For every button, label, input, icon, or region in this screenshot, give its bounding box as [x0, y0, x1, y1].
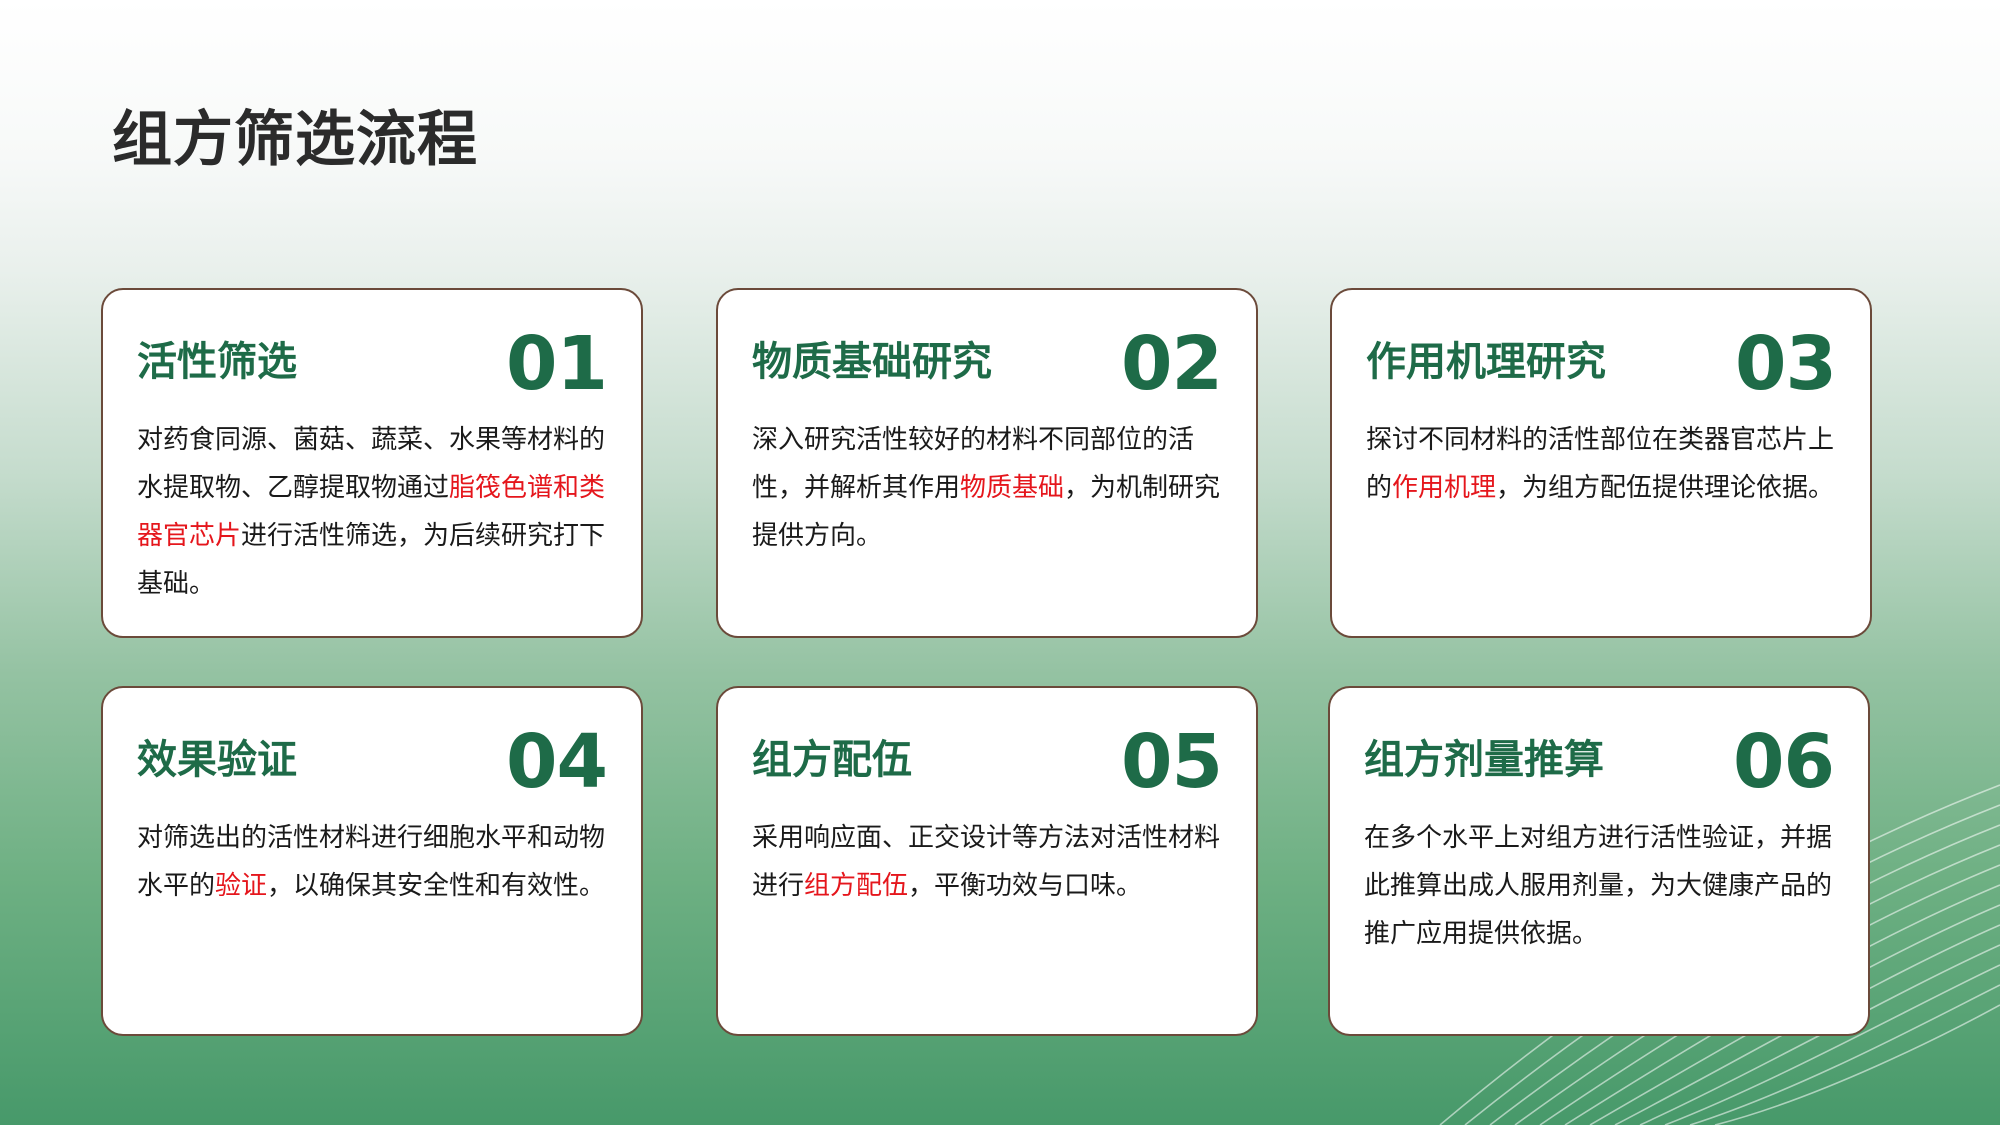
page-title: 组方筛选流程 [112, 105, 478, 175]
step-card-number: 04 [506, 719, 608, 805]
step-card-description: 对筛选出的活性材料进行细胞水平和动物水平的验证，以确保其安全性和有效性。 [137, 823, 606, 901]
step-card-title: 组方剂量推算 [1364, 737, 1604, 783]
highlight-text: 物质基础 [960, 473, 1065, 503]
step-card-3: 作用机理研究 03 探讨不同材料的活性部位在类器官芯片上的作用机理，为组方配伍提… [1330, 288, 1872, 638]
step-card-1: 活性筛选 01 对药食同源、菌菇、蔬菜、水果等材料的水提取物、乙醇提取物通过脂筏… [101, 288, 643, 638]
step-card-title: 组方配伍 [752, 737, 912, 783]
highlight-text: 验证 [215, 871, 268, 901]
step-card-number: 01 [506, 321, 608, 407]
step-card-description: 对药食同源、菌菇、蔬菜、水果等材料的水提取物、乙醇提取物通过脂筏色谱和类器官芯片… [137, 425, 606, 599]
step-card-title: 作用机理研究 [1366, 339, 1606, 385]
step-card-description: 探讨不同材料的活性部位在类器官芯片上的作用机理，为组方配伍提供理论依据。 [1366, 425, 1835, 503]
step-card-2: 物质基础研究 02 深入研究活性较好的材料不同部位的活性，并解析其作用物质基础，… [716, 288, 1258, 638]
step-card-4: 效果验证 04 对筛选出的活性材料进行细胞水平和动物水平的验证，以确保其安全性和… [101, 686, 643, 1036]
step-card-number: 02 [1121, 321, 1223, 407]
step-card-6: 组方剂量推算 06 在多个水平上对组方进行活性验证，并据此推算出成人服用剂量，为… [1328, 686, 1870, 1036]
step-card-description: 采用响应面、正交设计等方法对活性材料进行组方配伍，平衡功效与口味。 [752, 823, 1221, 901]
highlight-text: 作用机理 [1392, 473, 1497, 503]
step-card-number: 03 [1735, 321, 1837, 407]
step-card-number: 06 [1733, 719, 1835, 805]
highlight-text: 组方配伍 [804, 871, 909, 901]
step-card-description: 在多个水平上对组方进行活性验证，并据此推算出成人服用剂量，为大健康产品的推广应用… [1364, 823, 1833, 949]
step-card-title: 活性筛选 [137, 339, 297, 385]
step-card-5: 组方配伍 05 采用响应面、正交设计等方法对活性材料进行组方配伍，平衡功效与口味… [716, 686, 1258, 1036]
step-card-title: 效果验证 [137, 737, 297, 783]
step-card-title: 物质基础研究 [752, 339, 992, 385]
step-card-description: 深入研究活性较好的材料不同部位的活性，并解析其作用物质基础，为机制研究提供方向。 [752, 425, 1221, 551]
step-card-number: 05 [1121, 719, 1223, 805]
